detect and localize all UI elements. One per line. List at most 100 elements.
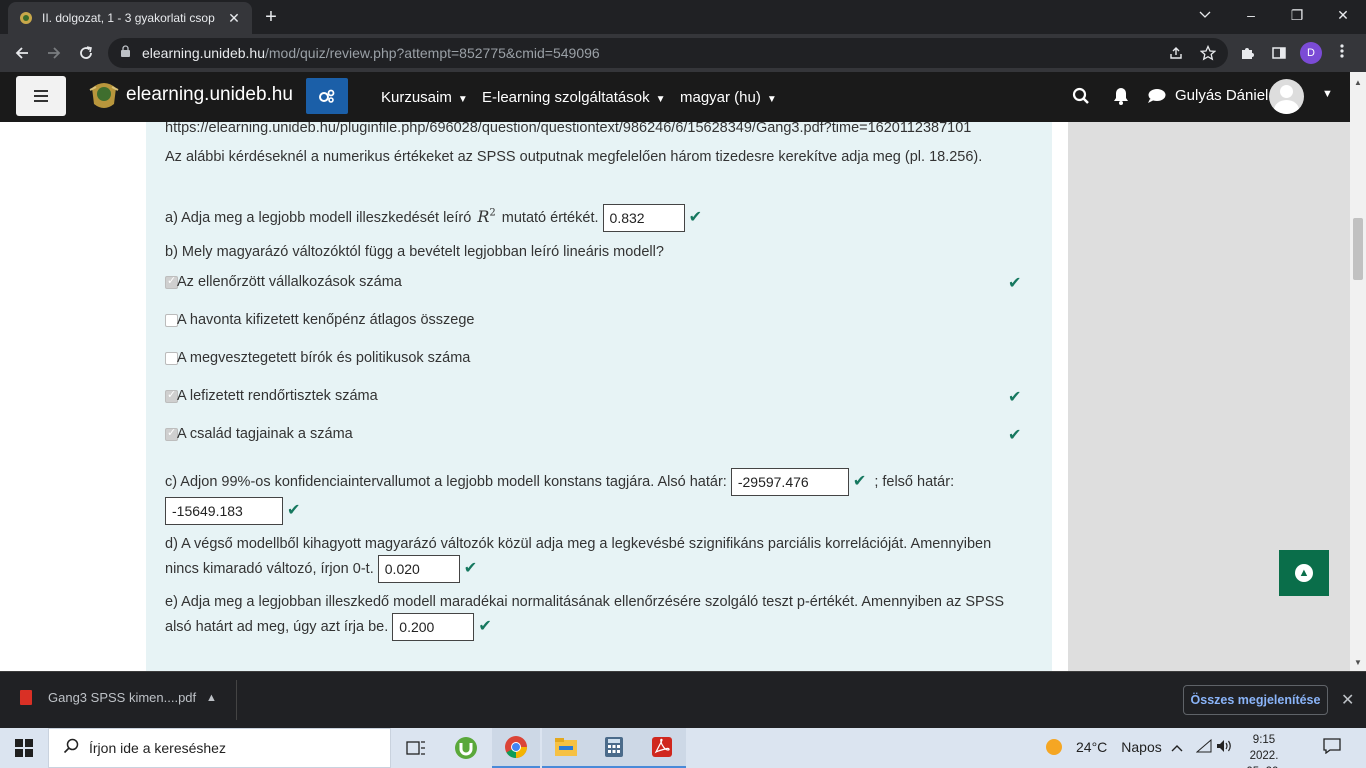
share-icon[interactable] (1167, 45, 1185, 65)
reload-icon[interactable] (74, 41, 98, 65)
utorrent-app-icon[interactable] (442, 728, 490, 768)
download-item[interactable]: Gang3 SPSS kimen....pdf (20, 690, 196, 705)
nav-language[interactable]: magyar (hu) ▼ (680, 89, 777, 106)
task-view-icon[interactable] (392, 728, 440, 768)
volume-icon[interactable] (1216, 739, 1234, 756)
notification-center-icon[interactable] (1323, 738, 1341, 759)
r-symbol: R (477, 206, 490, 226)
taskbar-search-box[interactable]: Írjon ide a kereséshez (48, 728, 391, 768)
download-bar: Gang3 SPSS kimen....pdf ▲ Összes megjele… (0, 671, 1366, 728)
taskbar-search-placeholder: Írjon ide a kereséshez (89, 740, 226, 756)
answer-c-lower-input[interactable]: -29597.476 (730, 468, 849, 496)
option-label-1: Az ellenőrzött vállalkozások száma (177, 274, 402, 290)
page-scrollbar[interactable]: ▲ ▼ (1350, 72, 1366, 671)
download-options-chevron-icon[interactable]: ▲ (206, 692, 217, 704)
answer-e-input[interactable]: 0.200 (392, 613, 475, 641)
nav-language-label: magyar (hu) (680, 89, 761, 106)
pdf-file-icon (20, 690, 32, 705)
download-divider (236, 680, 237, 720)
correct-check-icon: ✔ (463, 559, 478, 577)
profile-avatar[interactable]: D (1300, 42, 1322, 64)
question-a-text-after: mutató értékét. (501, 209, 599, 226)
side-panel-icon[interactable] (1270, 45, 1288, 65)
browser-menu-icon[interactable] (1340, 43, 1344, 64)
question-c-text: c) Adjon 99%-os konfidenciaintervallumot… (165, 473, 727, 490)
weather-condition-text: Napos (1121, 739, 1162, 755)
question-b: b) Mely magyarázó változóktól függ a bev… (165, 244, 664, 260)
download-file-name: Gang3 SPSS kimen....pdf (48, 690, 197, 705)
option-label-5: A család tagjainak a száma (177, 426, 353, 442)
url-host: elearning.unideb.hu (142, 45, 265, 61)
question-d-line2: nincs kimaradó változó, írjon 0-t. 0.020… (165, 555, 477, 583)
url-bar[interactable]: elearning.unideb.hu/mod/quiz/review.php?… (108, 38, 1228, 68)
bell-icon[interactable] (1113, 87, 1129, 110)
answer-c-upper-input[interactable]: -15649.183 (165, 497, 283, 525)
download-bar-close-icon[interactable]: ✕ (1341, 690, 1354, 710)
forward-arrow-icon[interactable] (42, 41, 66, 65)
window-restore-button[interactable]: ❐ (1274, 0, 1320, 30)
nav-kurzusaim-label: Kurzusaim (381, 89, 452, 106)
bookmark-star-icon[interactable] (1199, 44, 1217, 65)
correct-check-icon: ✔ (1008, 275, 1022, 292)
tab-title: II. dolgozat, 1 - 3 gyakorlati csop (42, 11, 215, 25)
weather-widget[interactable]: 24°C Napos (1046, 739, 1162, 755)
settings-cogs-icon[interactable] (306, 78, 348, 114)
site-name-link[interactable]: elearning.unideb.hu (126, 84, 293, 106)
clock-time: 9:15 (1252, 734, 1276, 746)
user-avatar[interactable] (1269, 79, 1304, 114)
university-logo-icon[interactable] (88, 78, 120, 112)
window-minimize-button[interactable]: – (1228, 0, 1274, 30)
nav-elearning-services[interactable]: E-learning szolgáltatások ▼ (482, 89, 666, 106)
r-squared-symbol: R2 (477, 207, 495, 226)
show-all-downloads-button[interactable]: Összes megjelenítése (1183, 685, 1328, 715)
hamburger-menu-icon[interactable] (16, 76, 66, 116)
question-e-text: alsó határt ad meg, úgy azt írja be. (165, 618, 389, 635)
acrobat-reader-icon[interactable] (638, 728, 686, 768)
scroll-up-arrow-icon[interactable]: ▲ (1354, 78, 1362, 87)
back-to-top-button[interactable]: ▲ (1279, 550, 1329, 596)
correct-check-icon: ✔ (287, 501, 301, 519)
question-instruction: Az alábbi kérdéseknél a numerikus értéke… (165, 149, 983, 165)
question-e-line2: alsó határt ad meg, úgy azt írja be. 0.2… (165, 613, 492, 641)
chevron-down-icon: ▼ (655, 94, 666, 105)
temperature-text: 24°C (1076, 739, 1108, 755)
answer-a-input[interactable]: 0.832 (602, 204, 685, 232)
arrow-up-icon: ▲ (1295, 564, 1313, 582)
windows-start-icon[interactable] (15, 739, 33, 757)
system-clock[interactable]: 9:15 2022. 05. 20. (1244, 732, 1284, 768)
window-close-button[interactable]: ✕ (1320, 0, 1366, 30)
answer-d-input[interactable]: 0.020 (377, 555, 460, 583)
correct-check-icon: ✔ (1008, 427, 1022, 444)
user-name[interactable]: Gulyás Dániel (1175, 87, 1268, 104)
option-label-3: A megvesztegetett bírók és politikusok s… (177, 350, 471, 366)
correct-check-icon: ✔ (1008, 389, 1022, 406)
calculator-app-icon[interactable] (590, 728, 638, 768)
minimize-button[interactable] (1182, 0, 1228, 30)
messages-icon[interactable] (1147, 87, 1166, 109)
chevron-up-icon[interactable] (1171, 739, 1183, 755)
browser-tab[interactable]: II. dolgozat, 1 - 3 gyakorlati csop ✕ (8, 2, 252, 34)
nav-kurzusaim[interactable]: Kurzusaim ▼ (381, 89, 468, 106)
option-label-2: A havonta kifizetett kenőpénz átlagos ös… (177, 312, 475, 328)
file-explorer-icon[interactable] (542, 728, 590, 768)
user-menu-chevron-down-icon[interactable]: ▼ (1322, 88, 1333, 100)
search-icon[interactable] (1072, 87, 1090, 110)
chevron-down-icon: ▼ (457, 94, 468, 105)
network-icon[interactable] (1195, 738, 1212, 756)
tab-close-icon[interactable]: ✕ (226, 10, 242, 27)
chrome-app-icon[interactable] (492, 728, 540, 768)
question-d-text: nincs kimaradó változó, írjon 0-t. (165, 560, 374, 577)
back-arrow-icon[interactable] (10, 41, 34, 65)
r-exponent: 2 (489, 207, 496, 219)
clock-date: 2022. 05. 20. (1246, 750, 1281, 768)
site-favicon-icon (18, 10, 34, 26)
nav-elearning-services-label: E-learning szolgáltatások (482, 89, 650, 106)
new-tab-button[interactable]: + (260, 6, 282, 29)
question-c-line2: -15649.183 ✔ (165, 497, 300, 525)
question-d-line1: d) A végső modellből kihagyott magyarázó… (165, 536, 992, 552)
scroll-thumb[interactable] (1353, 218, 1363, 280)
browser-tabstrip: II. dolgozat, 1 - 3 gyakorlati csop ✕ + … (0, 0, 1366, 34)
question-file-url[interactable]: https://elearning.unideb.hu/pluginfile.p… (165, 122, 971, 136)
extensions-puzzle-icon[interactable] (1238, 45, 1256, 65)
scroll-down-arrow-icon[interactable]: ▼ (1354, 658, 1362, 667)
